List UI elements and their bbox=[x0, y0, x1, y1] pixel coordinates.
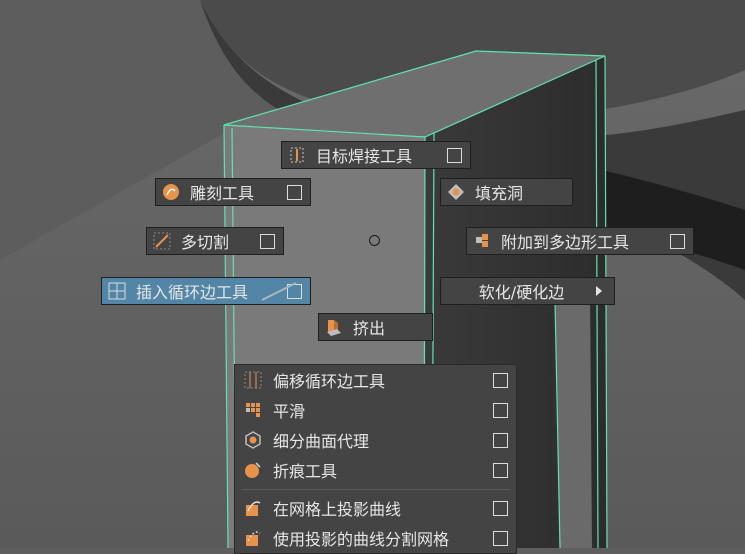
insert-edge-loop-icon bbox=[108, 282, 126, 300]
menu-label: 附加到多边形工具 bbox=[501, 233, 630, 252]
menu-label: 多切割 bbox=[181, 233, 230, 252]
menu-offset-edge-loop[interactable]: 偏移循环边工具 bbox=[235, 365, 516, 395]
menu-label: 平滑 bbox=[273, 402, 306, 421]
marking-menu-center bbox=[369, 235, 380, 246]
submenu-arrow-icon bbox=[596, 286, 602, 296]
option-box[interactable] bbox=[493, 462, 508, 478]
menu-extrude[interactable]: 挤出 bbox=[318, 313, 433, 341]
option-box[interactable] bbox=[493, 402, 508, 418]
extrude-icon bbox=[325, 318, 343, 336]
target-weld-icon bbox=[288, 146, 306, 164]
menu-target-weld[interactable]: 目标焊接工具 bbox=[281, 141, 471, 169]
crease-icon bbox=[243, 460, 263, 480]
split-mesh-curve-icon bbox=[243, 528, 263, 548]
menu-label: 折痕工具 bbox=[273, 462, 338, 481]
menu-append-polygon[interactable]: 附加到多边形工具 bbox=[466, 227, 694, 255]
menu-multi-cut[interactable]: 多切割 bbox=[146, 227, 284, 255]
overflow-menu: 偏移循环边工具 平滑 细分曲面代理 折痕工具 在网格上投影曲线 使用投影的曲线分… bbox=[234, 364, 517, 554]
menu-label: 偏移循环边工具 bbox=[273, 372, 386, 391]
option-box[interactable] bbox=[493, 432, 508, 448]
menu-sculpt[interactable]: 雕刻工具 bbox=[155, 178, 311, 206]
multi-cut-icon bbox=[153, 232, 171, 250]
option-box[interactable] bbox=[447, 147, 462, 163]
menu-crease[interactable]: 折痕工具 bbox=[235, 455, 516, 485]
sculpt-icon bbox=[162, 183, 180, 201]
smooth-icon bbox=[243, 400, 263, 420]
menu-soften-harden[interactable]: 软化/硬化边 bbox=[440, 277, 615, 305]
menu-divider bbox=[241, 489, 510, 490]
menu-label: 细分曲面代理 bbox=[273, 432, 370, 451]
menu-label: 目标焊接工具 bbox=[316, 147, 413, 166]
menu-split-mesh-curve[interactable]: 使用投影的曲线分割网格 bbox=[235, 523, 516, 553]
offset-edge-loop-icon bbox=[243, 370, 263, 390]
menu-project-curve[interactable]: 在网格上投影曲线 bbox=[235, 493, 516, 523]
menu-label: 软化/硬化边 bbox=[478, 283, 565, 302]
option-box[interactable] bbox=[287, 184, 302, 200]
menu-smooth-proxy[interactable]: 细分曲面代理 bbox=[235, 425, 516, 455]
project-curve-icon bbox=[243, 498, 263, 518]
menu-label: 在网格上投影曲线 bbox=[273, 500, 402, 519]
option-box[interactable] bbox=[670, 233, 685, 249]
append-polygon-icon bbox=[473, 232, 491, 250]
option-box[interactable] bbox=[493, 530, 508, 546]
option-box[interactable] bbox=[260, 233, 275, 249]
gesture-line bbox=[261, 282, 297, 301]
option-box[interactable] bbox=[493, 500, 508, 516]
menu-label: 挤出 bbox=[353, 319, 386, 338]
menu-label: 填充洞 bbox=[475, 184, 524, 203]
option-box[interactable] bbox=[493, 372, 508, 388]
menu-label: 使用投影的曲线分割网格 bbox=[273, 530, 450, 549]
menu-fill-hole[interactable]: 填充洞 bbox=[440, 178, 573, 206]
fill-hole-icon bbox=[447, 183, 465, 201]
menu-label: 雕刻工具 bbox=[190, 184, 255, 203]
smooth-proxy-icon bbox=[243, 430, 263, 450]
menu-smooth[interactable]: 平滑 bbox=[235, 395, 516, 425]
